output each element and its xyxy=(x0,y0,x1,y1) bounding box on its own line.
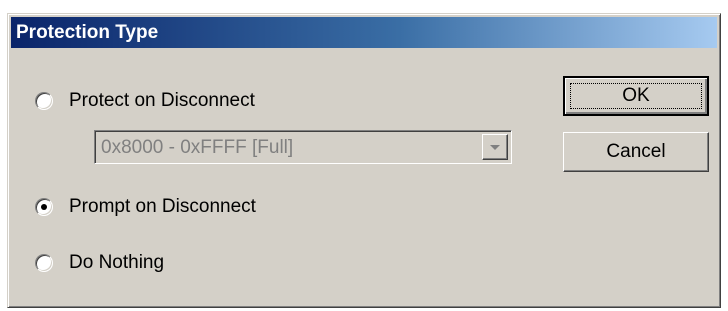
chevron-down-icon[interactable] xyxy=(482,134,508,160)
cancel-button[interactable]: Cancel xyxy=(563,132,709,172)
radio-button[interactable] xyxy=(35,254,53,272)
address-range-value: 0x8000 - 0xFFFF [Full] xyxy=(101,137,294,158)
radio-protect-on-disconnect[interactable]: Protect on Disconnect xyxy=(35,90,255,112)
radio-label: Protect on Disconnect xyxy=(69,90,255,111)
ok-button-label: OK xyxy=(622,85,650,106)
radio-button[interactable] xyxy=(35,198,53,216)
title-bar: Protection Type xyxy=(11,17,717,48)
radio-label: Do Nothing xyxy=(69,252,165,273)
radio-button[interactable] xyxy=(35,92,53,110)
dialog-title: Protection Type xyxy=(16,22,159,43)
radio-label: Prompt on Disconnect xyxy=(69,196,256,217)
radio-prompt-on-disconnect[interactable]: Prompt on Disconnect xyxy=(35,196,256,218)
protection-type-dialog: Protection Type Protect on Disconnect 0x… xyxy=(7,13,721,308)
radio-do-nothing[interactable]: Do Nothing xyxy=(35,252,164,274)
ok-button[interactable]: OK xyxy=(563,76,709,116)
cancel-button-label: Cancel xyxy=(606,141,666,162)
address-range-select[interactable]: 0x8000 - 0xFFFF [Full] xyxy=(94,130,512,164)
